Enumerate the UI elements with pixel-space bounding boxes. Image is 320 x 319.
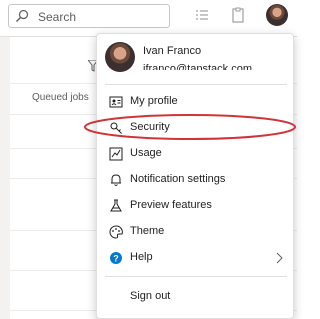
column-header-queued-jobs[interactable]: Queued jobs — [32, 92, 89, 103]
search-placeholder: Search — [38, 10, 77, 24]
search-box[interactable]: Search — [8, 4, 170, 28]
menu-item-notification-settings[interactable]: Notification settings — [97, 167, 293, 193]
user-avatar — [105, 42, 135, 72]
divider — [105, 276, 287, 277]
left-rail — [0, 37, 10, 319]
list-icon[interactable] — [193, 6, 211, 24]
annotation-ellipse — [84, 114, 296, 140]
account-menu: Ivan Franco ifranco@tapstack.com My prof… — [96, 33, 294, 319]
menu-item-help[interactable]: ? Help — [97, 245, 293, 271]
menu-item-label: Notification settings — [130, 173, 226, 185]
bell-icon — [111, 174, 121, 186]
menu-item-label: Theme — [130, 225, 165, 237]
user-name: Ivan Franco — [143, 45, 202, 57]
account-avatar-button[interactable] — [266, 4, 288, 26]
profile-card-icon — [109, 96, 123, 108]
user-email: ifranco@tapstack.com — [143, 63, 252, 70]
svg-text:?: ? — [113, 254, 119, 264]
palette-icon — [109, 225, 123, 239]
sign-out-label: Sign out — [130, 290, 171, 302]
divider — [105, 84, 287, 85]
top-bar: Search — [0, 0, 297, 37]
menu-item-label: Help — [130, 251, 153, 263]
menu-item-label: Usage — [130, 147, 162, 159]
menu-item-label: Preview features — [130, 199, 212, 211]
clipboard-icon[interactable] — [229, 6, 247, 24]
chevron-right-icon — [276, 252, 283, 264]
menu-item-my-profile[interactable]: My profile — [97, 89, 293, 115]
menu-item-preview-features[interactable]: Preview features — [97, 193, 293, 219]
menu-item-label: My profile — [130, 95, 178, 107]
search-icon — [16, 9, 29, 22]
usage-icon — [109, 147, 123, 161]
help-icon: ? — [110, 252, 122, 264]
menu-item-usage[interactable]: Usage — [97, 141, 293, 167]
menu-item-theme[interactable]: Theme — [97, 219, 293, 245]
flask-icon — [110, 199, 122, 212]
sign-out-button[interactable]: Sign out — [97, 284, 293, 310]
